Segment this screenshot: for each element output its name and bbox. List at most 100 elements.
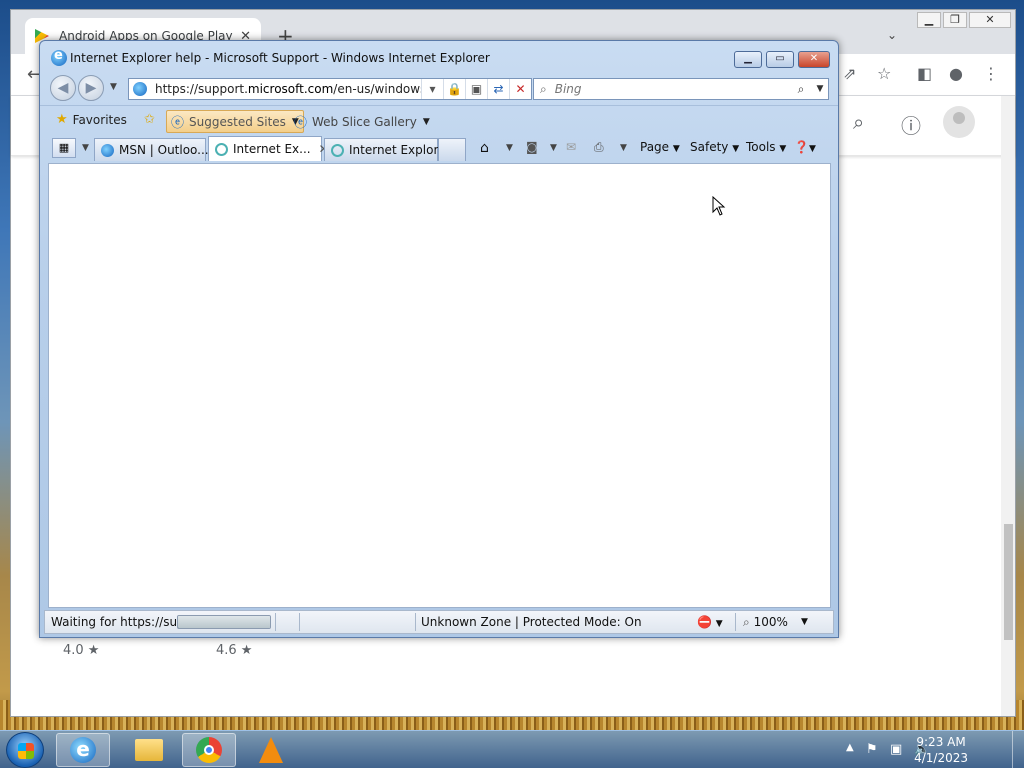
chrome-menu-icon[interactable]: ⋮ (983, 64, 999, 83)
ie-tab-label: Internet Ex... (233, 142, 311, 156)
ie-titlebar[interactable]: Internet Explorer help - Microsoft Suppo… (40, 41, 838, 75)
ie-tab-internet-explorer-active[interactable]: Internet Ex... ✕ (208, 136, 329, 161)
app-rating: 4.0 ★ (63, 643, 100, 658)
suggested-sites-icon: ⓔ (171, 116, 185, 131)
chevron-down-icon: ▼ (779, 144, 787, 154)
quick-tabs-icon[interactable]: ▦ (52, 138, 76, 158)
start-button[interactable] (6, 732, 44, 768)
show-desktop-button[interactable] (1012, 731, 1024, 768)
share-icon[interactable]: ⇗ (843, 64, 856, 83)
bookmark-star-icon[interactable]: ☆ (877, 64, 891, 83)
status-text: Waiting for https://sup (51, 615, 185, 629)
profile-icon[interactable]: ● (949, 64, 963, 83)
ie-address-bar[interactable]: https://support.microsoft.com/en-us/wind… (128, 78, 532, 100)
safety-menu[interactable]: Safety ▼ (690, 140, 739, 154)
taskbar-chrome-button[interactable] (182, 733, 236, 767)
chevron-down-icon: ▼ (732, 144, 740, 154)
help-icon[interactable]: ❓▼ (794, 140, 816, 154)
read-mail-icon[interactable]: ✉ (566, 140, 576, 154)
show-hidden-icons[interactable]: ▲ (846, 742, 854, 753)
ie-logo-icon (51, 48, 67, 66)
ie-search-input[interactable] (552, 81, 790, 97)
action-center-icon[interactable]: ⚑ (866, 742, 878, 757)
security-zone[interactable]: Unknown Zone | Protected Mode: On (421, 611, 642, 633)
vlc-cone-icon (259, 737, 283, 763)
favorites-star-icon: ★ (56, 112, 68, 127)
ie-tab-icon (101, 143, 114, 157)
internet-explorer-icon: e (70, 737, 96, 763)
ie-maximize-button[interactable]: ▭ (766, 51, 794, 68)
tab-list-dropdown[interactable]: ▼ (82, 143, 89, 153)
play-avatar[interactable] (943, 106, 975, 138)
add-favorite-icon: ✩ (144, 112, 155, 127)
system-clock[interactable]: 9:23 AM 4/1/2023 (914, 734, 968, 766)
feeds-dropdown[interactable]: ▼ (550, 143, 557, 153)
network-icon[interactable]: ▣ (890, 742, 902, 757)
search-dropdown-icon[interactable]: ▼ (812, 84, 828, 94)
app-rating: 4.6 ★ (216, 643, 253, 658)
suggested-sites-button[interactable]: ⓔ Suggested Sites ▼ (166, 110, 304, 133)
page-menu[interactable]: Page ▼ (640, 140, 680, 154)
zoom-control[interactable]: ⌕ 100% (743, 611, 788, 633)
ie-address-text[interactable]: https://support.microsoft.com/en-us/wind… (155, 82, 421, 96)
favorites-button[interactable]: ★ Favorites (56, 112, 127, 127)
home-icon[interactable]: ⌂ (480, 140, 489, 156)
chrome-maximize-button[interactable]: ❐ (943, 12, 967, 28)
refresh-icon[interactable]: ⇄ (487, 79, 509, 99)
web-slice-icon: ⓔ (294, 116, 308, 131)
chrome-icon (196, 737, 222, 763)
taskbar-ie-button[interactable]: e (56, 733, 110, 767)
ie-status-bar: Waiting for https://sup Unknown Zone | P… (44, 610, 834, 634)
chrome-close-button[interactable]: ✕ (969, 12, 1011, 28)
play-help-icon[interactable]: ⓘ (901, 110, 921, 139)
popup-blocker-icon[interactable]: ⛔ ▼ (697, 611, 723, 633)
ie-tab-msn[interactable]: MSN | Outloo... (94, 138, 209, 161)
safety-menu-label: Safety (690, 140, 729, 154)
new-tab-button[interactable] (438, 138, 466, 161)
stop-icon[interactable]: ✕ (509, 79, 531, 99)
compatibility-view-icon[interactable]: ▣ (465, 79, 487, 99)
ie-page-content[interactable] (48, 163, 831, 608)
mouse-cursor-icon (712, 196, 726, 216)
page-menu-label: Page (640, 140, 670, 154)
tools-menu[interactable]: Tools ▼ (746, 140, 786, 154)
print-icon[interactable]: ⎙ (594, 140, 604, 155)
side-panel-icon[interactable]: ◧ (917, 64, 932, 83)
ie-minimize-button[interactable]: ▁ (734, 51, 762, 68)
chevron-down-icon: ▼ (715, 619, 723, 629)
page-load-progress (177, 615, 271, 629)
address-dropdown-icon[interactable]: ▾ (421, 79, 443, 99)
ie-tab-row: ▦ ▼ MSN | Outloo... Internet Ex... ✕ Int… (40, 135, 838, 163)
clock-time: 9:23 AM (916, 735, 966, 749)
add-to-favorites-bar-button[interactable]: ✩ (144, 112, 160, 127)
ie-window: Internet Explorer help - Microsoft Suppo… (39, 40, 839, 638)
web-slice-gallery-button[interactable]: ⓔ Web Slice Gallery ▼ (294, 112, 430, 132)
tools-menu-label: Tools (746, 140, 776, 154)
search-go-icon[interactable]: ⌕ (790, 82, 812, 97)
ie-tab-internet-explorer[interactable]: Internet Explor... (324, 138, 449, 161)
print-dropdown[interactable]: ▼ (620, 143, 627, 153)
chrome-minimize-button[interactable]: ▁ (917, 12, 941, 28)
ie-favorites-bar: ★ Favorites ✩ ⓔ Suggested Sites ▼ ⓔ Web … (40, 105, 838, 135)
chevron-down-icon: ▼ (422, 116, 430, 127)
ie-forward-button[interactable]: ▶ (78, 75, 104, 101)
home-dropdown[interactable]: ▼ (506, 143, 513, 153)
ie-tab-label: MSN | Outloo... (119, 143, 209, 157)
play-search-icon[interactable]: ⌕ (853, 110, 864, 134)
ie-close-button[interactable]: ✕ (798, 51, 830, 68)
ie-back-button[interactable]: ◀ (50, 75, 76, 101)
taskbar: e ▲ ⚑ ▣ 🔈 9:23 AM 4/1/2023 (0, 730, 1024, 768)
ie-recent-pages-dropdown[interactable]: ▼ (110, 82, 117, 92)
zoom-level: 100% (753, 615, 788, 629)
taskbar-explorer-button[interactable] (122, 733, 176, 767)
ie-search-box[interactable]: ⌕ ⌕ ▼ (533, 78, 829, 100)
zoom-dropdown[interactable]: ▼ (801, 611, 808, 633)
chrome-scrollbar-thumb[interactable] (1004, 524, 1013, 640)
lock-icon[interactable]: 🔒 (443, 79, 465, 99)
loading-icon (215, 142, 228, 156)
chrome-scrollbar[interactable] (1001, 96, 1015, 716)
ie-navigation-bar: ◀ ▶ ▼ https://support.microsoft.com/en-u… (40, 75, 838, 105)
chrome-tab-search-icon[interactable]: ⌄ (887, 28, 897, 42)
feeds-icon[interactable]: ◙ (526, 140, 538, 154)
taskbar-vlc-button[interactable] (244, 733, 298, 767)
